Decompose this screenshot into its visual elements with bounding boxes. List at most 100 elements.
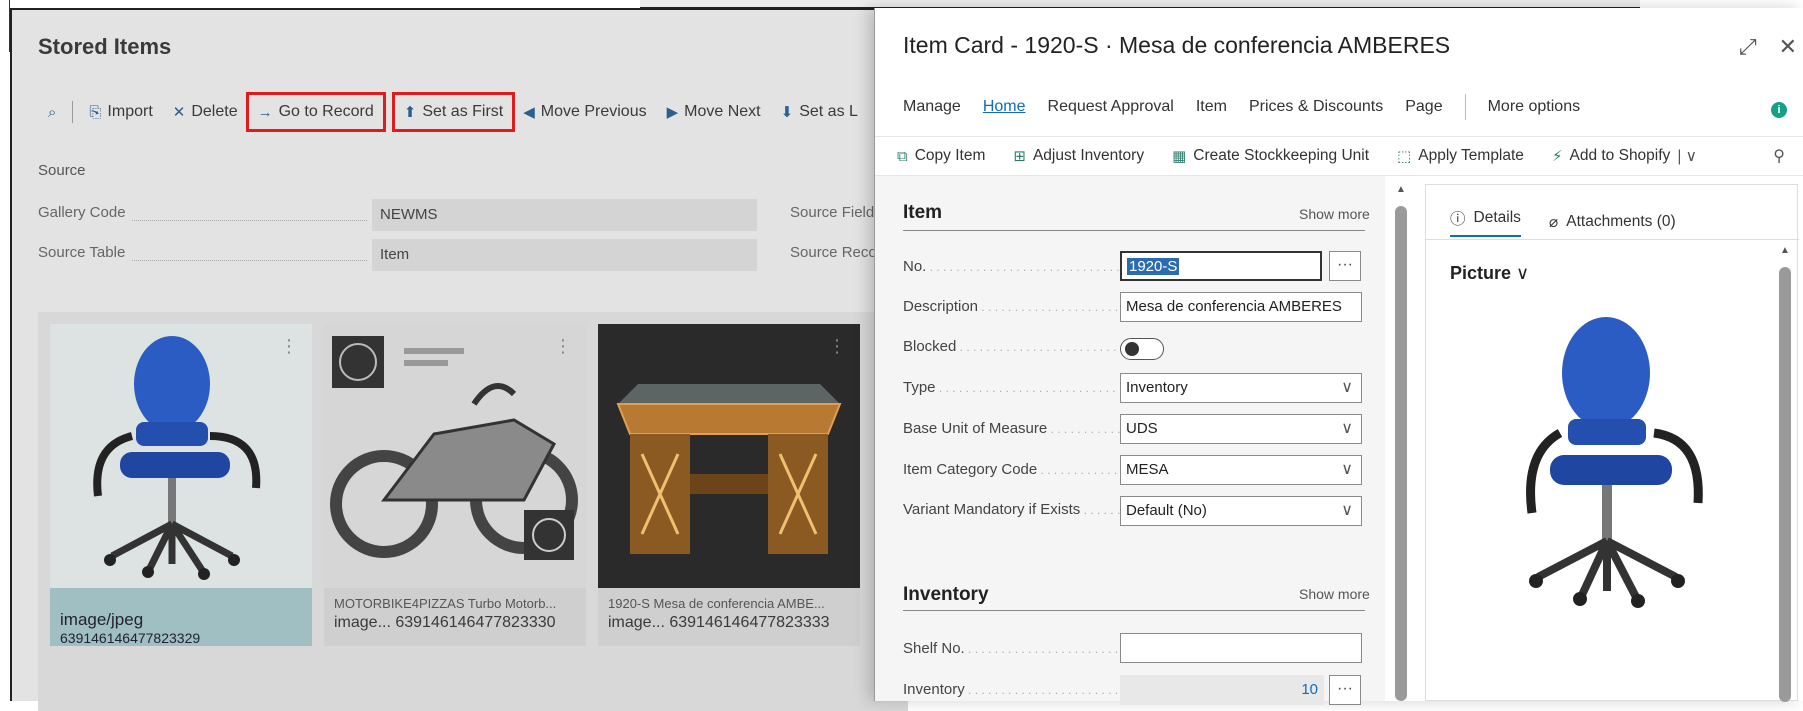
scrollbar-thumb[interactable] bbox=[1395, 206, 1407, 701]
copy-item-button[interactable]: ⧉ Copy Item bbox=[897, 147, 985, 165]
gallery-tile[interactable]: ⋮ image/jpeg 639146146477823329 bbox=[50, 324, 312, 646]
gallery-tile[interactable]: ⋮ MOTORBIKE4PIZZAS Turbo Motorb... image… bbox=[324, 324, 586, 646]
go-to-record-button[interactable]: → Go to Record bbox=[245, 92, 386, 132]
gallery-code-label: Gallery Code bbox=[38, 204, 126, 221]
tab-details[interactable]: ⓘ Details bbox=[1450, 207, 1521, 237]
scroll-up-icon[interactable]: ▲ bbox=[1780, 245, 1790, 256]
no-input[interactable]: 1920-S bbox=[1120, 251, 1322, 281]
item-group-title[interactable]: Item bbox=[903, 202, 942, 224]
source-field-label: Source Field bbox=[790, 204, 875, 221]
menu-page[interactable]: Page bbox=[1405, 98, 1442, 116]
import-icon: ⎘ bbox=[89, 103, 102, 121]
sku-icon: ▦ bbox=[1172, 148, 1187, 165]
shelf-no-input[interactable] bbox=[1120, 633, 1362, 663]
table-thumbnail bbox=[598, 324, 860, 588]
menu-divider bbox=[1464, 94, 1466, 120]
move-next-button[interactable]: ▶ Move Next bbox=[657, 94, 771, 130]
adjust-inventory-button[interactable]: ⊞ Adjust Inventory bbox=[1013, 147, 1144, 165]
info-circle-icon: ⓘ bbox=[1450, 211, 1466, 228]
move-previous-label: Move Previous bbox=[540, 103, 647, 120]
create-sku-button[interactable]: ▦ Create Stockkeeping Unit bbox=[1172, 147, 1369, 165]
shelf-no-label: Shelf No. bbox=[903, 640, 1123, 657]
menu-request-approval[interactable]: Request Approval bbox=[1048, 98, 1174, 116]
chevron-down-icon: ∨ bbox=[1341, 461, 1353, 478]
picture-label: Picture bbox=[1450, 263, 1512, 283]
menu-prices-discounts[interactable]: Prices & Discounts bbox=[1249, 98, 1383, 116]
scrollbar-thumb[interactable] bbox=[1779, 267, 1791, 702]
background-window-top bbox=[640, 0, 1640, 8]
set-as-last-button[interactable]: ⬇ Set as L bbox=[771, 94, 868, 130]
set-as-first-button[interactable]: ⬆ Set as First bbox=[391, 92, 516, 132]
import-button[interactable]: ⎘ Import bbox=[79, 94, 162, 130]
tile-caption: MOTORBIKE4PIZZAS Turbo Motorb... bbox=[334, 596, 557, 611]
create-sku-label: Create Stockkeeping Unit bbox=[1193, 147, 1370, 164]
group-divider bbox=[903, 610, 1365, 611]
more-options-icon[interactable]: ⋮ bbox=[280, 336, 298, 357]
tile-id: image... 639146146477823333 bbox=[608, 614, 830, 631]
toolbar-divider bbox=[72, 101, 74, 123]
scroll-up-icon[interactable]: ▲ bbox=[1396, 184, 1406, 195]
source-table-label: Source Table bbox=[38, 244, 126, 261]
base-uom-label: Base Unit of Measure bbox=[903, 420, 1123, 437]
blocked-label: Blocked bbox=[903, 338, 1123, 355]
add-to-shopify-button[interactable]: ⚡ Add to Shopify | ∨ bbox=[1552, 147, 1697, 166]
tab-divider bbox=[1426, 239, 1799, 240]
action-menu: Manage Home Request Approval Item Prices… bbox=[903, 94, 1602, 120]
show-more-link[interactable]: Show more bbox=[1299, 586, 1370, 602]
copy-item-label: Copy Item bbox=[914, 147, 986, 164]
pin-icon[interactable]: ⚲ bbox=[1773, 146, 1785, 166]
background-window-edge bbox=[0, 0, 10, 52]
type-select[interactable]: Inventory ∨ bbox=[1120, 373, 1362, 403]
gallery-code-field[interactable]: NEWMS bbox=[372, 199, 757, 231]
chevron-down-icon[interactable]: | ∨ bbox=[1677, 147, 1697, 166]
item-picture bbox=[1526, 317, 1703, 608]
show-more-link[interactable]: Show more bbox=[1299, 206, 1370, 222]
lookup-button[interactable]: ··· bbox=[1329, 251, 1361, 281]
no-label: No. bbox=[903, 258, 1123, 275]
search-button[interactable]: ⌕ bbox=[38, 94, 66, 130]
source-table-field[interactable]: Item bbox=[372, 239, 757, 271]
description-input[interactable]: Mesa de conferencia AMBERES bbox=[1120, 292, 1362, 322]
set-as-last-label: Set as L bbox=[799, 103, 858, 120]
form-scrollbar[interactable]: ▲ bbox=[1395, 184, 1407, 701]
item-category-select[interactable]: MESA ∨ bbox=[1120, 455, 1362, 485]
item-form: Item Show more No. 1920-S ··· Descriptio… bbox=[875, 176, 1385, 705]
item-category-label: Item Category Code bbox=[903, 461, 1123, 478]
move-previous-button[interactable]: ◀ Move Previous bbox=[513, 94, 656, 130]
tab-details-label: Details bbox=[1473, 209, 1521, 226]
card-window-actions: ⤢ ✕ bbox=[1739, 34, 1797, 60]
home-actions-bar: ⧉ Copy Item ⊞ Adjust Inventory ▦ Create Sto… bbox=[875, 136, 1803, 176]
gallery-tile[interactable]: ⋮ 1920-S Mesa de conferencia AMBE... ima… bbox=[598, 324, 860, 646]
expand-icon[interactable]: ⤢ bbox=[1739, 34, 1757, 60]
base-uom-select[interactable]: UDS ∨ bbox=[1120, 414, 1362, 444]
menu-manage[interactable]: Manage bbox=[903, 98, 961, 116]
field-leader bbox=[132, 220, 367, 221]
add-to-shopify-label: Add to Shopify bbox=[1569, 147, 1671, 164]
menu-home[interactable]: Home bbox=[983, 98, 1026, 116]
apply-template-button[interactable]: ⬚ Apply Template bbox=[1397, 147, 1524, 165]
arrow-up-icon: ⬆ bbox=[403, 104, 417, 121]
blocked-toggle[interactable] bbox=[1120, 338, 1164, 360]
variant-mandatory-select[interactable]: Default (No) ∨ bbox=[1120, 496, 1362, 526]
delete-button[interactable]: ✕ Delete bbox=[163, 94, 248, 130]
inventory-group-title[interactable]: Inventory bbox=[903, 584, 989, 606]
item-category-value: MESA bbox=[1126, 461, 1169, 478]
tab-attachments[interactable]: ⌀ Attachments (0) bbox=[1549, 207, 1676, 237]
more-options-icon[interactable]: ⋮ bbox=[828, 336, 846, 357]
variant-mandatory-value: Default (No) bbox=[1126, 502, 1207, 519]
group-divider bbox=[903, 230, 1365, 231]
field-leader bbox=[132, 260, 367, 261]
more-options-icon[interactable]: ⋮ bbox=[554, 336, 572, 357]
page-title: Stored Items bbox=[38, 34, 172, 59]
factbox-scrollbar[interactable]: ▲ bbox=[1779, 245, 1791, 702]
info-icon[interactable]: i bbox=[1771, 102, 1787, 118]
menu-item[interactable]: Item bbox=[1196, 98, 1227, 116]
close-icon[interactable]: ✕ bbox=[1779, 34, 1797, 60]
factbox-tabs: ⓘ Details ⌀ Attachments (0) bbox=[1450, 207, 1676, 237]
picture-section-title[interactable]: Picture ∨ bbox=[1450, 263, 1529, 284]
tile-caption: image/jpeg bbox=[60, 610, 144, 629]
chevron-down-icon: ∨ bbox=[1341, 420, 1353, 437]
source-record-label: Source Reco bbox=[790, 244, 877, 261]
import-label: Import bbox=[107, 103, 153, 120]
menu-more-options[interactable]: More options bbox=[1488, 98, 1581, 116]
